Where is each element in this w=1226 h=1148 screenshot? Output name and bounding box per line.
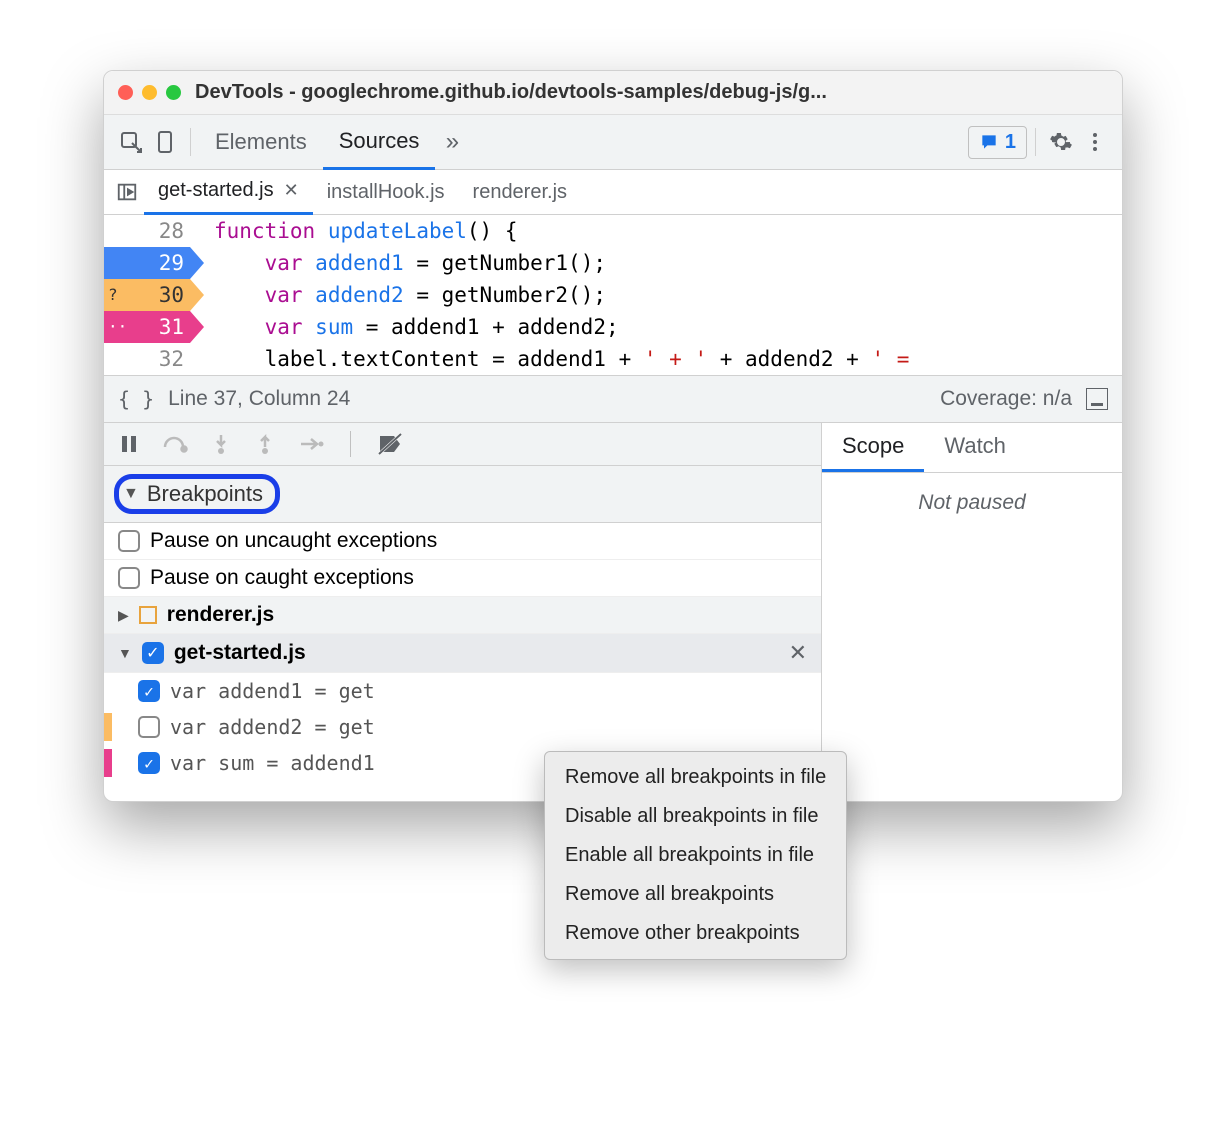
pause-uncaught-row[interactable]: Pause on uncaught exceptions	[104, 523, 821, 560]
checkbox-checked[interactable]: ✓	[138, 752, 160, 774]
chevron-down-icon: ▼	[118, 645, 132, 661]
cursor-position: Line 37, Column 24	[168, 387, 350, 411]
js-file-icon	[139, 606, 157, 624]
conditional-breakpoint-gutter[interactable]: ?30	[104, 279, 190, 311]
coverage-label: Coverage: n/a	[940, 387, 1072, 411]
code-line: var sum = addend1 + addend2;	[190, 311, 619, 343]
window-title: DevTools - googlechrome.github.io/devtoo…	[195, 81, 827, 104]
deactivate-breakpoints-icon[interactable]	[377, 432, 403, 456]
scope-watch-pane: Scope Watch Not paused	[822, 423, 1122, 801]
device-toggle-icon[interactable]	[148, 125, 182, 159]
menu-enable-all-in-file[interactable]: Enable all breakpoints in file	[545, 836, 846, 875]
devtools-window: DevTools - googlechrome.github.io/devtoo…	[103, 70, 1123, 802]
checkbox[interactable]	[118, 530, 140, 552]
separator	[190, 128, 191, 156]
debugger-pane: ▼ Breakpoints Pause on uncaught exceptio…	[104, 423, 1122, 801]
chevron-right-icon: ▶	[118, 607, 129, 624]
menu-disable-all-in-file[interactable]: Disable all breakpoints in file	[545, 797, 846, 836]
zoom-window-button[interactable]	[166, 85, 181, 100]
breakpoint-item[interactable]: ✓ var addend1 = get	[104, 673, 821, 709]
file-tab-label: get-started.js	[158, 179, 274, 202]
breakpoint-file-renderer[interactable]: ▶ renderer.js	[104, 597, 821, 634]
step-out-icon[interactable]	[254, 433, 276, 455]
code-line: var addend1 = getNumber1();	[190, 247, 606, 279]
code-line: var addend2 = getNumber2();	[190, 279, 606, 311]
checkbox[interactable]	[138, 716, 160, 738]
titlebar: DevTools - googlechrome.github.io/devtoo…	[104, 71, 1122, 115]
logpoint-marker	[104, 749, 112, 777]
pause-caught-row[interactable]: Pause on caught exceptions	[104, 560, 821, 597]
breakpoint-item[interactable]: var addend2 = get	[104, 709, 821, 745]
messages-button[interactable]: 1	[968, 126, 1027, 159]
section-title: Breakpoints	[147, 481, 263, 507]
tab-watch[interactable]: Watch	[924, 423, 1026, 472]
breakpoint-code: var addend1 = get	[170, 679, 375, 703]
file-name: get-started.js	[174, 641, 306, 665]
tab-scope[interactable]: Scope	[822, 423, 924, 472]
editor-statusbar: { } Line 37, Column 24 Coverage: n/a	[104, 375, 1122, 423]
pretty-print-icon[interactable]: { }	[118, 387, 154, 411]
menu-remove-all-in-file[interactable]: Remove all breakpoints in file	[545, 758, 846, 797]
pause-uncaught-label: Pause on uncaught exceptions	[150, 529, 437, 553]
messages-count: 1	[1005, 131, 1016, 154]
kebab-menu-icon[interactable]	[1078, 125, 1112, 159]
breakpoint-gutter[interactable]: 29	[104, 247, 190, 279]
code-editor[interactable]: 28function updateLabel() { 29 var addend…	[104, 215, 1122, 375]
context-menu: Remove all breakpoints in file Disable a…	[544, 751, 847, 960]
close-window-button[interactable]	[118, 85, 133, 100]
file-tab-get-started[interactable]: get-started.js ✕	[144, 170, 313, 215]
breakpoint-file-get-started[interactable]: ▼ ✓ get-started.js ✕	[104, 634, 821, 673]
step-into-icon[interactable]	[210, 433, 232, 455]
pause-caught-label: Pause on caught exceptions	[150, 566, 414, 590]
menu-remove-other[interactable]: Remove other breakpoints	[545, 914, 846, 953]
checkbox-checked[interactable]: ✓	[142, 642, 164, 664]
tab-elements[interactable]: Elements	[199, 115, 323, 170]
file-tab-installhook[interactable]: installHook.js	[313, 170, 459, 215]
tab-sources[interactable]: Sources	[323, 115, 436, 170]
breakpoint-code: var addend2 = get	[170, 715, 375, 739]
line-number[interactable]: 28	[104, 215, 190, 247]
window-controls	[118, 85, 181, 100]
breakpoint-code: var sum = addend1	[170, 751, 375, 775]
close-tab-icon[interactable]: ✕	[284, 180, 299, 201]
minimize-window-button[interactable]	[142, 85, 157, 100]
logpoint-gutter[interactable]: ··31	[104, 311, 190, 343]
not-paused-label: Not paused	[822, 473, 1122, 533]
separator	[1035, 128, 1036, 156]
more-tabs-icon[interactable]: »	[435, 125, 469, 159]
coverage-icon[interactable]	[1086, 388, 1108, 410]
file-name: renderer.js	[167, 603, 274, 627]
file-tab-renderer[interactable]: renderer.js	[459, 170, 582, 215]
debugger-toolbar	[104, 423, 821, 466]
line-number[interactable]: 32	[104, 343, 190, 375]
checkbox[interactable]	[118, 567, 140, 589]
step-over-icon[interactable]	[162, 433, 188, 455]
pause-icon[interactable]	[118, 433, 140, 455]
menu-remove-all[interactable]: Remove all breakpoints	[545, 875, 846, 914]
code-line: function updateLabel() {	[190, 215, 517, 247]
chevron-down-icon: ▼	[123, 485, 139, 503]
navigator-toggle-icon[interactable]	[110, 181, 144, 203]
code-line: label.textContent = addend1 + ' + ' + ad…	[190, 343, 909, 375]
breakpoints-section-header[interactable]: ▼ Breakpoints	[104, 466, 821, 523]
inspect-icon[interactable]	[114, 125, 148, 159]
main-toolbar: Elements Sources » 1	[104, 115, 1122, 170]
checkbox-checked[interactable]: ✓	[138, 680, 160, 702]
remove-file-breakpoints-icon[interactable]: ✕	[789, 640, 807, 666]
file-tabs: get-started.js ✕ installHook.js renderer…	[104, 170, 1122, 215]
highlight-ring: ▼ Breakpoints	[114, 474, 280, 514]
conditional-marker	[104, 713, 112, 741]
separator	[350, 431, 351, 457]
step-icon[interactable]	[298, 433, 324, 455]
settings-icon[interactable]	[1044, 125, 1078, 159]
